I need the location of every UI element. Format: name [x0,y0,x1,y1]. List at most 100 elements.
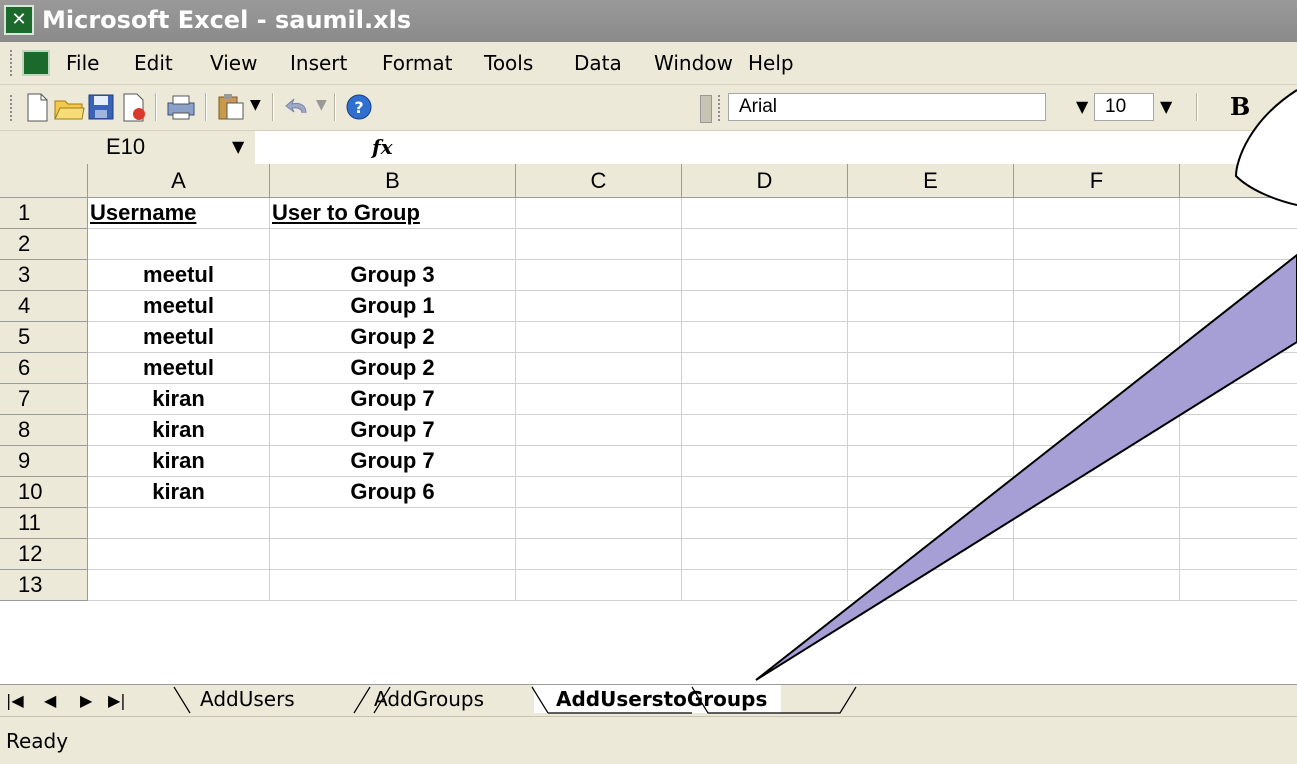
cell-d10[interactable] [682,477,848,508]
cell-e8[interactable] [848,415,1014,446]
cell-a1[interactable]: Username [88,198,270,229]
row-header-13[interactable]: 13 [0,570,88,601]
cell-a6[interactable]: meetul [88,353,270,384]
cell-b3[interactable]: Group 3 [270,260,516,291]
cell-a12[interactable] [88,539,270,570]
cell-a10[interactable]: kiran [88,477,270,508]
cell-f8[interactable] [1014,415,1180,446]
open-folder-icon[interactable] [52,91,86,123]
font-size-box[interactable]: 10 [1094,93,1154,121]
cell-f4[interactable] [1014,291,1180,322]
cell-f10[interactable] [1014,477,1180,508]
workbook-icon[interactable] [22,50,50,76]
cell-d7[interactable] [682,384,848,415]
cell-b5[interactable]: Group 2 [270,322,516,353]
paste-dropdown-icon[interactable]: ▼ [250,97,261,113]
row-header-4[interactable]: 4 [0,291,88,322]
cell-b8[interactable]: Group 7 [270,415,516,446]
cell-c12[interactable] [516,539,682,570]
new-file-icon[interactable] [20,91,54,123]
help-icon[interactable]: ? [342,91,376,123]
cell-f11[interactable] [1014,508,1180,539]
cell-b11[interactable] [270,508,516,539]
cell-e10[interactable] [848,477,1014,508]
select-all-corner[interactable] [0,164,88,198]
cell-a4[interactable]: meetul [88,291,270,322]
menu-tools[interactable]: Tools [484,50,533,76]
cell-a8[interactable]: kiran [88,415,270,446]
print-icon[interactable] [164,91,198,123]
cell-e12[interactable] [848,539,1014,570]
cell-a3[interactable]: meetul [88,260,270,291]
permission-icon[interactable] [116,91,150,123]
cell-f2[interactable] [1014,229,1180,260]
cell-f9[interactable] [1014,446,1180,477]
cell-g7[interactable] [1180,384,1297,415]
cell-d1[interactable] [682,198,848,229]
cell-c2[interactable] [516,229,682,260]
cell-d11[interactable] [682,508,848,539]
column-header-c[interactable]: C [516,164,682,198]
cell-g1[interactable] [1180,198,1297,229]
name-box-dropdown-icon[interactable]: ▼ [232,131,244,163]
menu-grip[interactable] [10,50,15,76]
row-header-9[interactable]: 9 [0,446,88,477]
cell-a5[interactable]: meetul [88,322,270,353]
row-header-5[interactable]: 5 [0,322,88,353]
cell-d12[interactable] [682,539,848,570]
cell-e2[interactable] [848,229,1014,260]
cell-b4[interactable]: Group 1 [270,291,516,322]
toolbar-chevron-icon[interactable] [700,95,712,123]
cell-c7[interactable] [516,384,682,415]
column-header-d[interactable]: D [682,164,848,198]
formatting-toolbar-grip[interactable] [718,95,723,121]
menu-insert[interactable]: Insert [290,50,347,76]
row-header-12[interactable]: 12 [0,539,88,570]
cell-d3[interactable] [682,260,848,291]
menu-edit[interactable]: Edit [134,50,173,76]
cell-d8[interactable] [682,415,848,446]
font-dropdown-icon[interactable]: ▼ [1076,93,1088,121]
font-size-dropdown-icon[interactable]: ▼ [1160,93,1172,121]
cell-a11[interactable] [88,508,270,539]
cell-g3[interactable] [1180,260,1297,291]
save-icon[interactable] [84,91,118,123]
excel-icon[interactable]: ✕ [4,5,34,35]
row-header-6[interactable]: 6 [0,353,88,384]
menu-data[interactable]: Data [574,50,622,76]
column-header-a[interactable]: A [88,164,270,198]
toolbar-grip[interactable] [10,95,15,121]
bold-button[interactable]: B [1230,93,1250,121]
cell-g12[interactable] [1180,539,1297,570]
cell-d13[interactable] [682,570,848,601]
cell-c13[interactable] [516,570,682,601]
worksheet-grid[interactable]: A B C D E F G 1 Username User to Group 2 3 meetul Gro… [0,164,1297,684]
paste-icon[interactable] [214,91,248,123]
cell-c1[interactable] [516,198,682,229]
cell-e3[interactable] [848,260,1014,291]
undo-dropdown-icon[interactable]: ▼ [316,97,327,113]
row-header-1[interactable]: 1 [0,198,88,229]
undo-icon[interactable] [282,91,316,123]
last-sheet-icon[interactable]: ▶| [108,687,126,715]
cell-f1[interactable] [1014,198,1180,229]
cell-a7[interactable]: kiran [88,384,270,415]
cell-g4[interactable] [1180,291,1297,322]
cell-d5[interactable] [682,322,848,353]
cell-g6[interactable] [1180,353,1297,384]
cell-c4[interactable] [516,291,682,322]
cell-f3[interactable] [1014,260,1180,291]
row-header-2[interactable]: 2 [0,229,88,260]
cell-g11[interactable] [1180,508,1297,539]
cell-d9[interactable] [682,446,848,477]
cell-e9[interactable] [848,446,1014,477]
cell-e6[interactable] [848,353,1014,384]
menu-file[interactable]: File [66,50,99,76]
cell-f13[interactable] [1014,570,1180,601]
cell-b13[interactable] [270,570,516,601]
cell-a9[interactable]: kiran [88,446,270,477]
cell-b12[interactable] [270,539,516,570]
menu-format[interactable]: Format [382,50,452,76]
cell-c9[interactable] [516,446,682,477]
cell-b9[interactable]: Group 7 [270,446,516,477]
